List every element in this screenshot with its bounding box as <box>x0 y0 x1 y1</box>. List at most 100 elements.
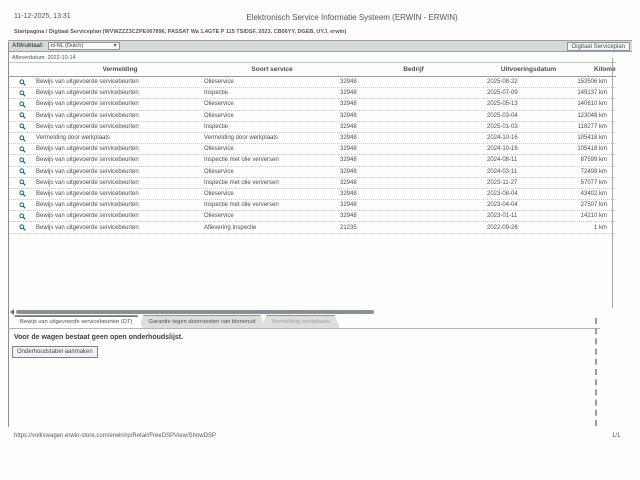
cell-soort-service: Aflevering Inspectie <box>204 225 340 231</box>
table-row: Bewijs van uitgevoerde servicebeurten In… <box>8 178 616 189</box>
cell-soort-service: Olieservice <box>204 191 340 197</box>
horizontal-scrollbar-thumb[interactable] <box>16 310 374 314</box>
tabs-underline <box>8 328 600 329</box>
cell-bedrijf: 32948 <box>340 79 487 85</box>
cell-uitvoeringsdatum: 2023-08-04 <box>487 191 570 197</box>
magnifier-icon[interactable] <box>19 101 26 108</box>
page-number: 1/1 <box>612 433 620 439</box>
cell-uitvoeringsdatum: 2025-03-04 <box>487 113 570 119</box>
cell-vermelding: Bewijs van uitgevoerde servicebeurten <box>36 202 204 208</box>
table-row: Bewijs van uitgevoerde servicebeurten Ol… <box>8 167 616 178</box>
cell-vermelding: Bewijs van uitgevoerde servicebeurten <box>36 180 204 186</box>
table-row: Vermelding door werkplaats Vermelding do… <box>8 133 616 144</box>
magnifier-icon[interactable] <box>19 90 26 97</box>
cell-soort-service: Vermelding door werkplaats <box>204 135 340 141</box>
magnifier-icon[interactable] <box>19 157 26 164</box>
magnifier-icon[interactable] <box>19 202 26 209</box>
vertical-scrollbar[interactable] <box>595 318 598 426</box>
cell-bedrijf: 32948 <box>340 90 487 96</box>
cell-vermelding: Bewijs van uitgevoerde servicebeurten <box>36 225 204 231</box>
cell-kilometerstand: 57077 km <box>570 180 616 186</box>
language-select-value: nl-NL (Dutch) <box>51 43 84 49</box>
magnifier-icon[interactable] <box>19 190 26 197</box>
cell-kilometerstand: 27507 km <box>570 202 616 208</box>
cell-vermelding: Bewijs van uitgevoerde servicebeurten <box>36 90 204 96</box>
table-row: Bewijs van uitgevoerde servicebeurten Ol… <box>8 77 616 88</box>
header-uitvoeringsdatum: Uitvoeringsdatum <box>487 66 570 73</box>
cell-soort-service: Olieservice <box>204 79 340 85</box>
cell-uitvoeringsdatum: 2025-07-09 <box>487 90 570 96</box>
magnifier-icon[interactable] <box>19 179 26 186</box>
cell-bedrijf: 32948 <box>340 191 487 197</box>
print-datetime: 11-12-2025, 13:31 <box>14 13 71 20</box>
table-body: Bewijs van uitgevoerde servicebeurten Ol… <box>8 77 616 234</box>
chevron-down-icon: ▾ <box>114 44 117 48</box>
cell-bedrijf: 32948 <box>340 124 487 130</box>
cell-vermelding: Bewijs van uitgevoerde servicebeurten <box>36 213 204 219</box>
table-row: Bewijs van uitgevoerde servicebeurten Ol… <box>8 144 616 155</box>
horizontal-scrollbar[interactable] <box>10 308 612 315</box>
cell-bedrijf: 32948 <box>340 169 487 175</box>
tab-garantie-doorroesten[interactable]: Garantie tegen doorroesten van binnenuit <box>138 315 265 328</box>
magnifier-icon[interactable] <box>19 123 26 130</box>
cell-uitvoeringsdatum: 2023-01-11 <box>487 213 570 219</box>
table-row: Bewijs van uitgevoerde servicebeurten In… <box>8 88 616 99</box>
cell-kilometerstand: 153506 km <box>570 79 616 85</box>
table-row: Bewijs van uitgevoerde servicebeurten In… <box>8 155 616 166</box>
table-row: Bewijs van uitgevoerde servicebeurten Af… <box>8 222 616 233</box>
cell-soort-service: Olieservice <box>204 101 340 107</box>
tab-vermelding-werkplaats[interactable]: Vermelding werkplaats <box>261 315 339 328</box>
cell-uitvoeringsdatum: 2024-10-16 <box>487 135 570 141</box>
table-row: Bewijs van uitgevoerde servicebeurten Ol… <box>8 99 616 110</box>
cell-vermelding: Bewijs van uitgevoerde servicebeurten <box>36 79 204 85</box>
magnifier-icon[interactable] <box>19 135 26 142</box>
cell-soort-service: Olieservice <box>204 213 340 219</box>
magnifier-icon[interactable] <box>19 213 26 220</box>
toolbar: Afdruktaal: nl-NL (Dutch) ▾ Digitaal Ser… <box>8 40 632 52</box>
table-row: Bewijs van uitgevoerde servicebeurten Ol… <box>8 111 616 122</box>
table-row: Bewijs van uitgevoerde servicebeurten Ol… <box>8 189 616 200</box>
magnifier-icon[interactable] <box>19 146 26 153</box>
language-select[interactable]: nl-NL (Dutch) ▾ <box>48 42 120 50</box>
header-soort-service: Soort service <box>204 66 340 73</box>
cell-bedrijf: 32948 <box>340 135 487 141</box>
cell-vermelding: Bewijs van uitgevoerde servicebeurten <box>36 169 204 175</box>
cell-bedrijf: 21235 <box>340 225 487 231</box>
cell-uitvoeringsdatum: 2023-11-27 <box>487 180 570 186</box>
cell-uitvoeringsdatum: 2025-08-22 <box>487 79 570 85</box>
cell-bedrijf: 32948 <box>340 101 487 107</box>
header-kilometerstand: Kilometerstand <box>570 66 616 73</box>
cell-uitvoeringsdatum: 2024-10-16 <box>487 146 570 152</box>
breadcrumb: Startpagina / Digitaal Serviceplan (WVWZ… <box>14 29 346 35</box>
cell-soort-service: Olieservice <box>204 169 340 175</box>
printed-page: 11-12-2025, 13:31 Elektronisch Service I… <box>0 0 640 480</box>
cell-kilometerstand: 43402 km <box>570 191 616 197</box>
cell-vermelding: Bewijs van uitgevoerde servicebeurten <box>36 157 204 163</box>
cell-kilometerstand: 14210 km <box>570 213 616 219</box>
footer-url: https://volkswagen.erwin-store.com/erwin… <box>14 433 216 439</box>
cell-uitvoeringsdatum: 2024-03-11 <box>487 169 570 175</box>
cell-bedrijf: 32948 <box>340 202 487 208</box>
create-maintenance-table-button[interactable]: Onderhoudstabel aanmaken <box>12 346 98 358</box>
table-header-row: Vermelding Soort service Bedrijf Uitvoer… <box>8 62 616 77</box>
cell-bedrijf: 32948 <box>340 113 487 119</box>
cell-vermelding: Bewijs van uitgevoerde servicebeurten <box>36 101 204 107</box>
cell-kilometerstand: 72498 km <box>570 169 616 175</box>
cell-soort-service: Inspectie met olie verversen <box>204 157 340 163</box>
digitaal-serviceplan-button[interactable]: Digitaal Serviceplan <box>567 42 630 51</box>
table-right-border <box>612 58 613 308</box>
cell-kilometerstand: 123048 km <box>570 113 616 119</box>
magnifier-icon[interactable] <box>19 79 26 86</box>
cell-vermelding: Bewijs van uitgevoerde servicebeurten <box>36 124 204 130</box>
scroll-left-icon[interactable] <box>10 309 14 315</box>
cell-uitvoeringsdatum: 2023-04-04 <box>487 202 570 208</box>
cell-kilometerstand: 118277 km <box>570 124 616 130</box>
magnifier-icon[interactable] <box>19 224 26 231</box>
tab-bewijs-servicebeurten[interactable]: Bewijs van uitgevoerde servicebeurten (D… <box>10 315 142 328</box>
cell-bedrijf: 32948 <box>340 213 487 219</box>
cell-kilometerstand: 1 km <box>570 225 616 231</box>
no-open-maintenance-message: Voor de wagen bestaat geen open onderhou… <box>14 334 183 341</box>
magnifier-icon[interactable] <box>19 168 26 175</box>
magnifier-icon[interactable] <box>19 112 26 119</box>
table-row: Bewijs van uitgevoerde servicebeurten Ol… <box>8 211 616 222</box>
